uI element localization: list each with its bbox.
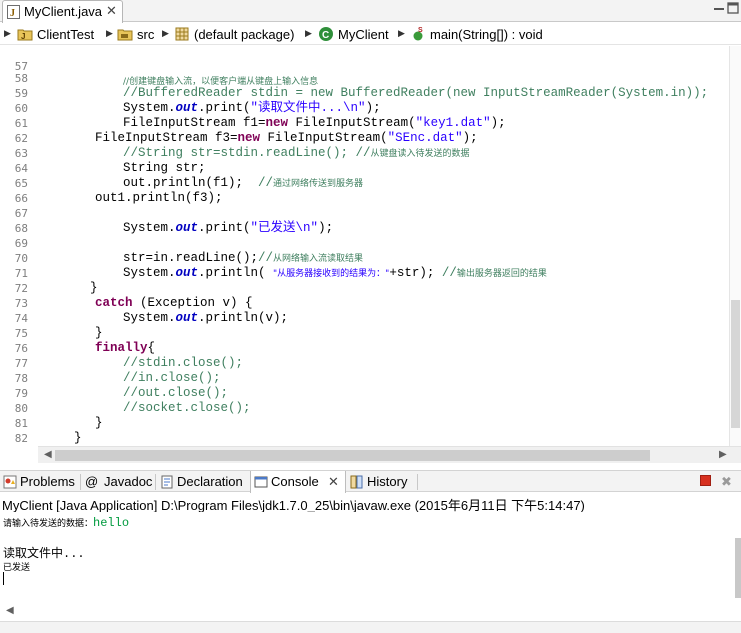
editor-horizontal-scrollbar[interactable]: ◀ ▶ — [38, 446, 741, 463]
code-line: 58 //BufferedReader stdin = new Buffered… — [14, 72, 709, 100]
code-line: 61 FileInputStream f3=new FileInputStrea… — [14, 117, 478, 145]
tab-declaration[interactable]: Declaration — [157, 471, 249, 493]
history-icon — [350, 475, 363, 489]
scroll-right-icon[interactable]: ▶ — [719, 449, 727, 460]
chevron-right-icon[interactable]: ▶ — [4, 28, 11, 39]
console-line: 读取文件中... — [3, 547, 85, 561]
editor-tab-bar: J MyClient.java ✕ — [0, 0, 741, 23]
code-line: 74 } — [14, 312, 103, 340]
declaration-icon — [161, 475, 173, 489]
tab-javadoc[interactable]: @ Javadoc — [82, 471, 155, 493]
scroll-left-icon[interactable]: ◀ — [44, 449, 52, 460]
remove-launch-icon[interactable]: ✖ — [721, 474, 732, 490]
scroll-left-icon[interactable]: ◀ — [6, 605, 14, 616]
tab-problems[interactable]: Problems — [0, 471, 80, 493]
chevron-right-icon[interactable]: ▶ — [162, 28, 169, 39]
code-line: 70 System.out.println( "从服务器接收到的结果为："+st… — [14, 252, 547, 280]
tab-console[interactable]: Console ✕ — [250, 471, 346, 493]
java-file-icon: J — [7, 5, 20, 19]
code-line: 68 — [14, 222, 28, 235]
close-icon[interactable]: ✕ — [106, 3, 117, 19]
console-output[interactable]: 请输入待发送的数据：hello 读取文件中... 已发送 — [0, 512, 741, 605]
code-line: 79 //socket.close(); — [14, 387, 251, 415]
method-icon: S — [413, 27, 423, 41]
editor-tab-label: MyClient.java — [24, 4, 103, 19]
console-icon — [254, 476, 268, 488]
code-line: 65 out1.println(f3); — [14, 177, 223, 205]
breadcrumb: ▶ J ClientTest ▶ src ▶ (default package)… — [0, 23, 741, 45]
code-editor[interactable]: 57 //创建键盘输入流，以便客户端从键盘上输入信息 58 //Buffered… — [0, 46, 729, 446]
editor-horizontal-scrollbar-thumb[interactable] — [55, 450, 650, 461]
code-line: 64 out.println(f1); //通过网络传送到服务器 — [14, 162, 364, 190]
code-line: 66 — [14, 192, 28, 205]
class-icon: C — [319, 27, 333, 41]
java-project-icon: J — [17, 29, 33, 41]
minimize-icon[interactable] — [713, 3, 725, 15]
code-line: 60 FileInputStream f1=new FileInputStrea… — [14, 102, 506, 130]
code-line: 63 String str; — [14, 147, 206, 175]
svg-text:S: S — [418, 27, 423, 34]
svg-text:C: C — [322, 30, 329, 41]
svg-text:J: J — [21, 32, 25, 41]
chevron-right-icon[interactable]: ▶ — [106, 28, 113, 39]
code-line: 69 str=in.readLine();//从网络输入流读取结果 — [14, 237, 364, 265]
code-line: 80 } — [14, 402, 103, 430]
console-vertical-scrollbar-thumb[interactable] — [735, 538, 741, 598]
code-line: 67 System.out.print("已发送\n"); — [14, 207, 334, 235]
problems-icon — [3, 475, 17, 489]
breadcrumb-method[interactable]: S main(String[]) : void — [410, 26, 550, 43]
views-tab-bar: Problems @ Javadoc Declaration Console ✕… — [0, 470, 741, 493]
code-line: 71 } — [14, 267, 98, 295]
at-icon: @ — [85, 474, 99, 489]
code-line: 75 finally{ — [14, 327, 156, 355]
svg-text:J: J — [10, 8, 15, 19]
status-bar — [0, 621, 741, 633]
code-line: 77 //in.close(); — [14, 357, 221, 385]
maximize-icon[interactable] — [727, 2, 739, 14]
code-line: 83 — [0, 431, 729, 446]
code-line: 81 } — [14, 417, 82, 445]
code-line: 59 System.out.print("读取文件中...\n"); — [14, 87, 381, 115]
console-line: 请输入待发送的数据：hello — [3, 516, 130, 530]
console-process-label: MyClient [Java Application] D:\Program F… — [0, 493, 741, 513]
breadcrumb-src[interactable]: src — [117, 26, 159, 43]
breadcrumb-package[interactable]: (default package) — [174, 26, 312, 43]
package-icon — [175, 27, 189, 41]
editor-vertical-scrollbar-thumb[interactable] — [731, 300, 740, 428]
chevron-right-icon[interactable]: ▶ — [305, 28, 312, 39]
tab-history[interactable]: History — [347, 471, 417, 493]
code-line: 78 //out.close(); — [14, 372, 229, 400]
console-horizontal-scrollbar[interactable]: ◀ — [0, 605, 741, 618]
console-line: 已发送 — [3, 563, 31, 573]
breadcrumb-project[interactable]: J ClientTest — [17, 26, 103, 43]
code-line: 73 System.out.println(v); — [14, 297, 289, 325]
code-line: 62 //String str=stdin.readLine(); //从键盘读… — [14, 132, 470, 160]
close-icon[interactable]: ✕ — [328, 474, 339, 490]
terminate-icon[interactable] — [700, 475, 711, 486]
code-line: 76 //stdin.close(); — [14, 342, 244, 370]
source-folder-icon — [117, 29, 133, 41]
code-line: 72 catch (Exception v) { — [14, 282, 253, 310]
text-caret — [3, 572, 4, 585]
editor-tab-myclient[interactable]: J MyClient.java ✕ — [2, 0, 123, 23]
code-line: 82 } — [14, 432, 28, 445]
chevron-right-icon[interactable]: ▶ — [398, 28, 405, 39]
breadcrumb-class[interactable]: C MyClient — [318, 26, 396, 43]
